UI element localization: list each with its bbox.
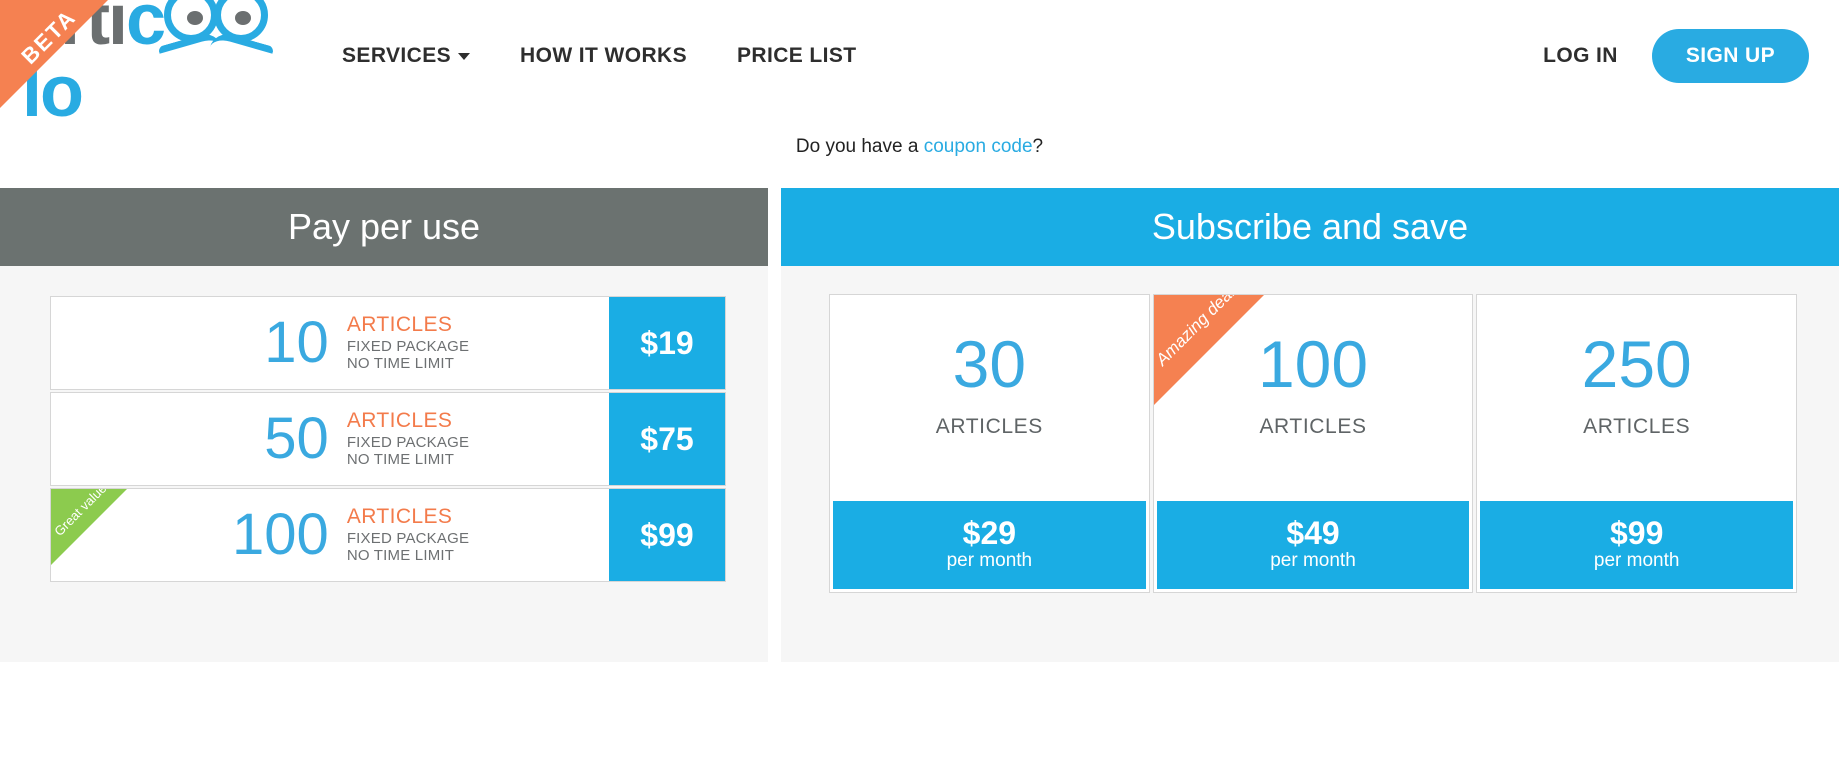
pay-per-use-count: 10 [264, 310, 329, 375]
subscribe-card-articles-label: ARTICLES [935, 415, 1043, 438]
subscribe-card-price-box[interactable]: $29 per month [833, 501, 1146, 589]
subscribe-card-articles-label: ARTICLES [1259, 415, 1367, 438]
login-link[interactable]: LOG IN [1543, 44, 1618, 68]
pay-per-use-articles-label: ARTICLES [346, 408, 453, 432]
subscribe-card-price: $29 [962, 514, 1017, 551]
subscribe-card-period: per month [946, 550, 1033, 572]
pay-per-use-articles-label: ARTICLES [346, 312, 453, 336]
logo-text-lo: lo [22, 52, 84, 132]
subscribe-title: Subscribe and save [781, 188, 1839, 266]
subscribe-card-count: 250 [1581, 327, 1692, 401]
subscribe-card-top: 250 ARTICLES [1477, 295, 1796, 501]
main-nav: SERVICES HOW IT WORKS PRICE LIST [342, 44, 857, 68]
logo-pupil-right-icon [235, 11, 252, 25]
pay-per-use-panel: Pay per use 10 ARTICLES FIXED PACKAGE NO… [0, 188, 768, 662]
coupon-code-link[interactable]: coupon code [924, 136, 1033, 157]
pricing-panels: Pay per use 10 ARTICLES FIXED PACKAGE NO… [0, 188, 1839, 662]
pay-per-use-price[interactable]: $99 [609, 489, 725, 581]
pay-per-use-line1: FIXED PACKAGE [346, 529, 470, 547]
logo-pupil-left-icon [187, 11, 204, 25]
pay-per-use-info: 100 ARTICLES FIXED PACKAGE NO TIME LIMIT [51, 489, 609, 581]
pay-per-use-labels: ARTICLES FIXED PACKAGE NO TIME LIMIT [347, 505, 469, 565]
header-actions: LOG IN SIGN UP [1543, 29, 1839, 83]
chevron-down-icon [458, 52, 471, 60]
subscribe-card-period: per month [1593, 550, 1680, 572]
pay-per-use-line1: FIXED PACKAGE [346, 433, 470, 451]
nav-item-how-it-works[interactable]: HOW IT WORKS [520, 44, 687, 68]
site-header: BETA artic lo SERVICES HOW IT WORKS PRICE… [0, 0, 1839, 128]
pay-per-use-count: 100 [232, 502, 329, 567]
pay-per-use-info: 10 ARTICLES FIXED PACKAGE NO TIME LIMIT [51, 297, 609, 389]
pricing-page: BETA artic lo SERVICES HOW IT WORKS PRICE… [0, 0, 1839, 779]
pay-per-use-row[interactable]: Great value 100 ARTICLES FIXED PACKAGE N… [50, 488, 726, 582]
pay-per-use-price[interactable]: $75 [609, 393, 725, 485]
site-logo[interactable]: artic lo [22, 0, 302, 128]
subscribe-panel: Subscribe and save 30 ARTICLES $29 per m… [781, 188, 1839, 662]
subscribe-card-price: $49 [1286, 514, 1340, 551]
pay-per-use-labels: ARTICLES FIXED PACKAGE NO TIME LIMIT [347, 409, 469, 469]
pay-per-use-line2: NO TIME LIMIT [346, 355, 455, 373]
subscribe-card-price-box[interactable]: $49 per month [1156, 501, 1470, 589]
subscribe-card-price: $99 [1609, 514, 1664, 551]
pay-per-use-info: 50 ARTICLES FIXED PACKAGE NO TIME LIMIT [51, 393, 609, 485]
subscribe-card-top: 100 ARTICLES [1154, 295, 1473, 501]
pay-per-use-labels: ARTICLES FIXED PACKAGE NO TIME LIMIT [347, 313, 469, 373]
pay-per-use-count: 50 [264, 406, 329, 471]
pay-per-use-articles-label: ARTICLES [346, 504, 453, 528]
signup-button[interactable]: SIGN UP [1651, 29, 1809, 83]
nav-item-services-label: SERVICES [342, 44, 452, 67]
subscribe-cards: 30 ARTICLES $29 per month Amazing deal! … [781, 266, 1839, 593]
pay-per-use-list: 10 ARTICLES FIXED PACKAGE NO TIME LIMIT … [0, 266, 768, 582]
subscribe-card-period: per month [1270, 550, 1356, 572]
pay-per-use-price[interactable]: $19 [609, 297, 725, 389]
subscribe-card-count: 100 [1257, 327, 1369, 401]
pay-per-use-title: Pay per use [0, 188, 768, 266]
subscribe-card-price-box[interactable]: $99 per month [1480, 501, 1794, 589]
subscribe-card-top: 30 ARTICLES [830, 295, 1149, 501]
pay-per-use-line1: FIXED PACKAGE [346, 337, 470, 355]
subscribe-card-articles-label: ARTICLES [1583, 415, 1691, 438]
subscribe-card[interactable]: Amazing deal! 100 ARTICLES $49 per month [1152, 294, 1474, 593]
coupon-prompt-suffix: ? [1032, 136, 1044, 157]
pay-per-use-line2: NO TIME LIMIT [346, 451, 455, 469]
subscribe-card[interactable]: 250 ARTICLES $99 per month [1476, 294, 1798, 593]
pay-per-use-row[interactable]: 10 ARTICLES FIXED PACKAGE NO TIME LIMIT … [50, 296, 726, 390]
coupon-prompt-prefix: Do you have a [795, 136, 924, 157]
subscribe-card-count: 30 [952, 327, 1027, 401]
subscribe-card[interactable]: 30 ARTICLES $29 per month [829, 294, 1150, 593]
pay-per-use-line2: NO TIME LIMIT [346, 547, 455, 565]
nav-item-price-list[interactable]: PRICE LIST [737, 44, 857, 68]
nav-item-services[interactable]: SERVICES [342, 44, 471, 68]
logo-wordmark: artic lo [22, 0, 302, 128]
logo-text-arti: arti [22, 0, 128, 60]
pay-per-use-row[interactable]: 50 ARTICLES FIXED PACKAGE NO TIME LIMIT … [50, 392, 726, 486]
